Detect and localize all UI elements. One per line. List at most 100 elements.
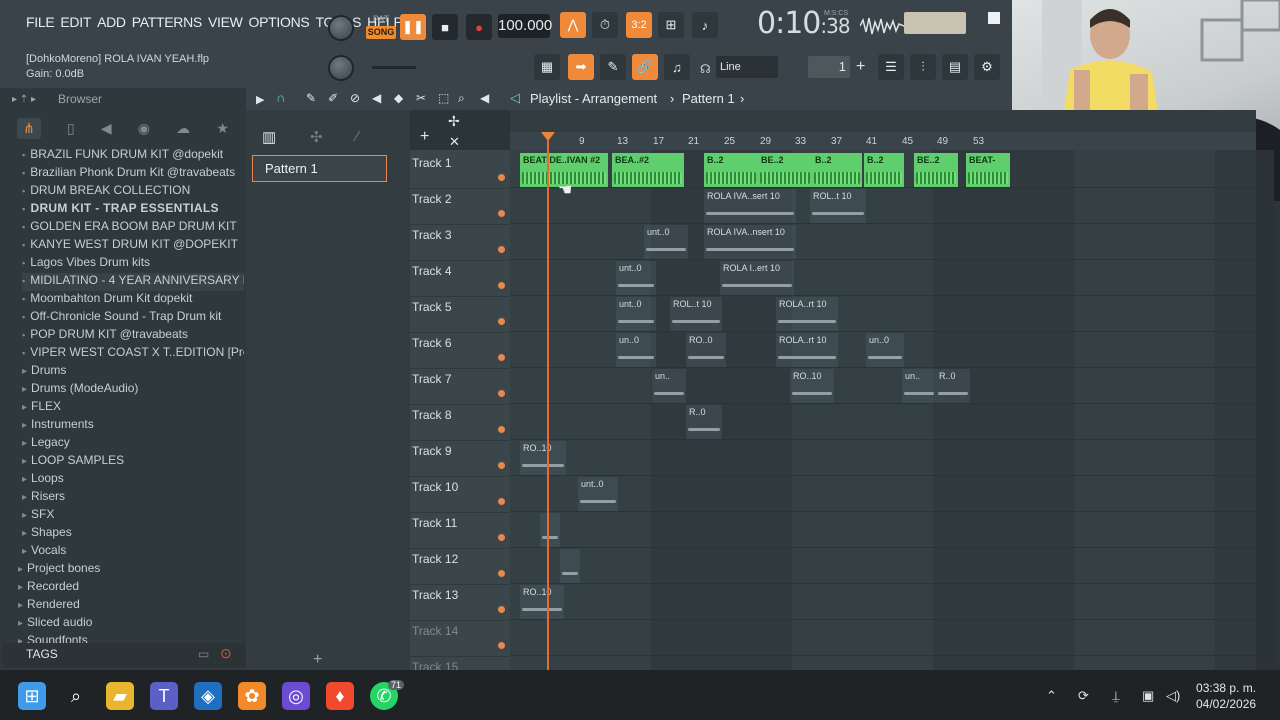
- overview-bar[interactable]: [510, 110, 1256, 132]
- audio-clip[interactable]: R..0: [686, 405, 722, 439]
- snap-value[interactable]: 1: [808, 56, 850, 78]
- delete-icon[interactable]: ⊘: [350, 91, 360, 105]
- browser-item[interactable]: Sliced audio: [18, 615, 240, 633]
- track-record-led[interactable]: [498, 282, 505, 289]
- audio-icon[interactable]: ⁄: [356, 128, 359, 145]
- browser-item[interactable]: Instruments: [22, 417, 244, 435]
- track-header[interactable]: Track 6: [410, 332, 510, 369]
- track-header[interactable]: Track 14: [410, 620, 510, 657]
- menu-options[interactable]: OPTIONS: [249, 14, 310, 38]
- arrangement-grid[interactable]: [510, 150, 1256, 670]
- audio-clip[interactable]: RO..10: [520, 441, 566, 475]
- davinci-icon[interactable]: ◈: [194, 682, 222, 710]
- master-volume-knob[interactable]: [328, 15, 354, 41]
- pattern-item[interactable]: Pattern 1: [252, 155, 387, 182]
- playlist-toggle-icon[interactable]: ◁: [510, 90, 520, 106]
- close-icon[interactable]: ✕: [449, 134, 460, 150]
- automation-icon[interactable]: ✣: [310, 128, 323, 146]
- playback-icon[interactable]: ◀: [480, 91, 489, 105]
- menu-edit[interactable]: EDIT: [60, 14, 91, 38]
- search-icon[interactable]: ⊙: [220, 645, 232, 662]
- playlist-arrow-icon[interactable]: ➡: [568, 54, 594, 80]
- audio-clip[interactable]: RO..10: [790, 369, 834, 403]
- bell-icon[interactable]: ♫: [664, 54, 690, 80]
- track-record-led[interactable]: [498, 426, 505, 433]
- track-header[interactable]: Track 9: [410, 440, 510, 477]
- audio-clip[interactable]: un..0: [866, 333, 904, 367]
- slice-icon[interactable]: ✂: [416, 91, 426, 105]
- taskbar-search-icon[interactable]: ⌕: [62, 682, 90, 710]
- slip-icon[interactable]: ◆: [394, 91, 403, 105]
- track-record-led[interactable]: [498, 606, 505, 613]
- track-header[interactable]: Track 1: [410, 152, 510, 189]
- playhead[interactable]: [547, 140, 549, 670]
- blend-notes-icon[interactable]: ♪: [692, 12, 718, 38]
- browser-item[interactable]: LOOP SAMPLES: [22, 453, 244, 471]
- wait-input-icon[interactable]: ⏱: [592, 12, 618, 38]
- track-record-led[interactable]: [498, 534, 505, 541]
- audio-clip[interactable]: unt..0: [616, 261, 656, 295]
- master-pitch-knob[interactable]: [328, 55, 354, 81]
- audio-clip[interactable]: R..0: [936, 369, 970, 403]
- audio-clip[interactable]: ROLA..rt 10: [776, 333, 838, 367]
- browser-item[interactable]: SFX: [22, 507, 244, 525]
- record-button[interactable]: ●: [466, 14, 492, 40]
- windows-start-icon[interactable]: ⊞: [18, 682, 46, 710]
- audio-clip[interactable]: [560, 549, 580, 583]
- teams-icon[interactable]: T: [150, 682, 178, 710]
- menu-view[interactable]: VIEW: [208, 14, 243, 38]
- select-icon[interactable]: ⬚: [438, 91, 449, 105]
- pause-button[interactable]: ❚❚: [400, 14, 426, 40]
- track-record-led[interactable]: [498, 246, 505, 253]
- browser-item[interactable]: KANYE WEST DRUM KIT @DOPEKIT: [22, 237, 244, 255]
- audio-clip[interactable]: ROLA I..ert 10: [720, 261, 794, 295]
- add-icon[interactable]: +: [856, 58, 865, 76]
- browser-item[interactable]: Lagos Vibes Drum kits: [22, 255, 244, 273]
- audio-clip[interactable]: BEAT-: [966, 153, 1010, 187]
- audio-clip[interactable]: B..2: [812, 153, 862, 187]
- tray-chevron-icon[interactable]: ⌃: [1046, 688, 1057, 704]
- folder-icon[interactable]: ▭: [198, 647, 209, 661]
- track-header[interactable]: Track 11: [410, 512, 510, 549]
- audio-clip[interactable]: [540, 513, 560, 547]
- brave-icon[interactable]: ♦: [326, 682, 354, 710]
- plugin-icon[interactable]: ▤: [942, 54, 968, 80]
- browser-item[interactable]: Moombahton Drum Kit dopekit: [22, 291, 244, 309]
- volume-icon[interactable]: ◁): [1166, 688, 1180, 704]
- audio-clip[interactable]: RO..10: [520, 585, 564, 619]
- track-header[interactable]: Track 7: [410, 368, 510, 405]
- track-header[interactable]: Track 8: [410, 404, 510, 441]
- browser-item[interactable]: Brazilian Phonk Drum Kit @travabeats: [22, 165, 244, 183]
- audio-clip[interactable]: un..: [902, 369, 936, 403]
- browser-item[interactable]: Project bones: [18, 561, 240, 579]
- track-record-led[interactable]: [498, 462, 505, 469]
- link-icon[interactable]: 🔗: [632, 54, 658, 80]
- browser-item[interactable]: Off-Chronicle Sound - Trap Drum kit: [22, 309, 244, 327]
- browser-nav-icons[interactable]: ▸ ⇡ ▸: [12, 94, 36, 105]
- track-record-led[interactable]: [498, 318, 505, 325]
- tab-files-icon[interactable]: ▯: [67, 120, 75, 137]
- audio-clip[interactable]: unt..0: [616, 297, 656, 331]
- menu-add[interactable]: ADD: [97, 14, 126, 38]
- browser-item[interactable]: Drums (ModeAudio): [22, 381, 244, 399]
- audio-clip[interactable]: ROLA..rt 10: [776, 297, 838, 331]
- scroll-icon[interactable]: ✢: [448, 113, 460, 130]
- master-pitch-slider[interactable]: [372, 66, 416, 69]
- audio-clip[interactable]: un..0: [616, 333, 656, 367]
- track-record-led[interactable]: [498, 642, 505, 649]
- file-explorer-icon[interactable]: ▰: [106, 682, 134, 710]
- track-record-led[interactable]: [498, 354, 505, 361]
- track-record-led[interactable]: [498, 498, 505, 505]
- track-record-led[interactable]: [498, 570, 505, 577]
- track-header[interactable]: Track 5: [410, 296, 510, 333]
- settings-icon[interactable]: ⚙: [974, 54, 1000, 80]
- audio-clip[interactable]: ROL..t 10: [670, 297, 722, 331]
- track-header[interactable]: Track 10: [410, 476, 510, 513]
- menu-patterns[interactable]: PATTERNS: [132, 14, 203, 38]
- tab-plugins-icon[interactable]: ◀: [101, 120, 112, 137]
- add-pattern-icon[interactable]: +: [313, 651, 322, 669]
- piano-icon[interactable]: ▥: [262, 128, 276, 146]
- audio-clip[interactable]: unt..0: [644, 225, 688, 259]
- browser-item[interactable]: Recorded: [18, 579, 240, 597]
- mixer-icon[interactable]: ⫶: [910, 54, 936, 80]
